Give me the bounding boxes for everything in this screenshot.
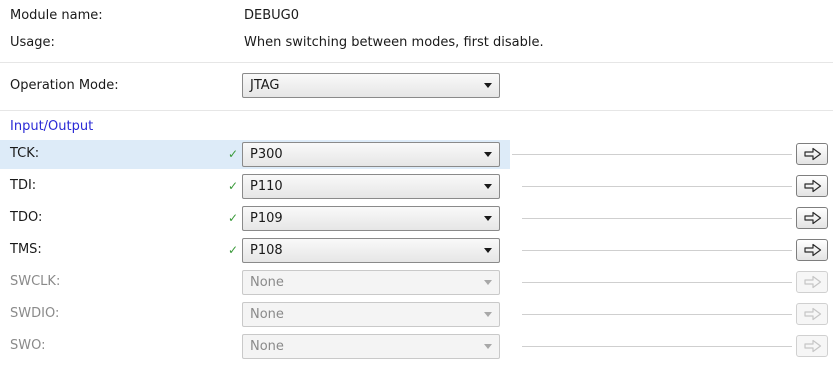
navigate-button[interactable]	[796, 175, 828, 197]
check-icon: ✓	[228, 211, 239, 225]
pin-select-value: P109	[250, 211, 283, 226]
connector-line	[522, 250, 792, 251]
arrow-right-icon	[804, 243, 822, 257]
connector-line	[522, 282, 792, 283]
pin-label: TMS:	[10, 242, 42, 257]
arrow-right-icon	[804, 339, 822, 353]
operation-mode-label: Operation Mode:	[10, 78, 119, 93]
pin-select[interactable]: P300	[242, 142, 500, 167]
pin-select-value: None	[250, 275, 284, 290]
operation-mode-select[interactable]: JTAG	[242, 73, 500, 98]
arrow-right-icon	[804, 275, 822, 289]
chevron-down-icon	[484, 152, 492, 157]
pin-label: TDO:	[10, 210, 43, 225]
navigate-button[interactable]	[796, 239, 828, 261]
pin-select-value: P110	[250, 179, 283, 194]
pin-select: None	[242, 270, 500, 295]
divider	[0, 110, 833, 111]
pin-select-value: P108	[250, 243, 283, 258]
arrow-right-icon	[804, 147, 822, 161]
chevron-down-icon	[484, 312, 492, 317]
pin-select-value: None	[250, 339, 284, 354]
navigate-button	[796, 303, 828, 325]
pin-select: None	[242, 302, 500, 327]
chevron-down-icon	[484, 280, 492, 285]
usage-label: Usage:	[10, 35, 55, 50]
pin-label: SWDIO:	[10, 306, 60, 321]
module-name-value: DEBUG0	[244, 8, 300, 23]
navigate-button	[796, 271, 828, 293]
connector-line	[522, 218, 792, 219]
pin-label: TCK:	[10, 146, 40, 161]
pin-select-value: None	[250, 307, 284, 322]
arrow-right-icon	[804, 307, 822, 321]
pin-select-value: P300	[250, 147, 283, 162]
connector-line	[512, 154, 792, 155]
pin-select[interactable]: P108	[242, 238, 500, 263]
chevron-down-icon	[484, 344, 492, 349]
pin-select[interactable]: P109	[242, 206, 500, 231]
chevron-down-icon	[484, 248, 492, 253]
operation-mode-value: JTAG	[250, 78, 280, 93]
connector-line	[522, 346, 792, 347]
navigate-button	[796, 335, 828, 357]
chevron-down-icon	[484, 83, 492, 88]
usage-value: When switching between modes, first disa…	[244, 35, 544, 50]
connector-line	[522, 314, 792, 315]
pin-select[interactable]: P110	[242, 174, 500, 199]
navigate-button[interactable]	[796, 207, 828, 229]
pin-select: None	[242, 334, 500, 359]
check-icon: ✓	[228, 147, 239, 161]
pin-label: TDI:	[10, 178, 37, 193]
module-name-label: Module name:	[10, 8, 103, 23]
pin-label: SWO:	[10, 338, 46, 353]
arrow-right-icon	[804, 179, 822, 193]
chevron-down-icon	[484, 184, 492, 189]
arrow-right-icon	[804, 211, 822, 225]
check-icon: ✓	[228, 179, 239, 193]
navigate-button[interactable]	[796, 143, 828, 165]
check-icon: ✓	[228, 243, 239, 257]
connector-line	[522, 186, 792, 187]
pin-label: SWCLK:	[10, 274, 61, 289]
input-output-section-title: Input/Output	[10, 119, 94, 134]
divider	[0, 62, 833, 63]
chevron-down-icon	[484, 216, 492, 221]
